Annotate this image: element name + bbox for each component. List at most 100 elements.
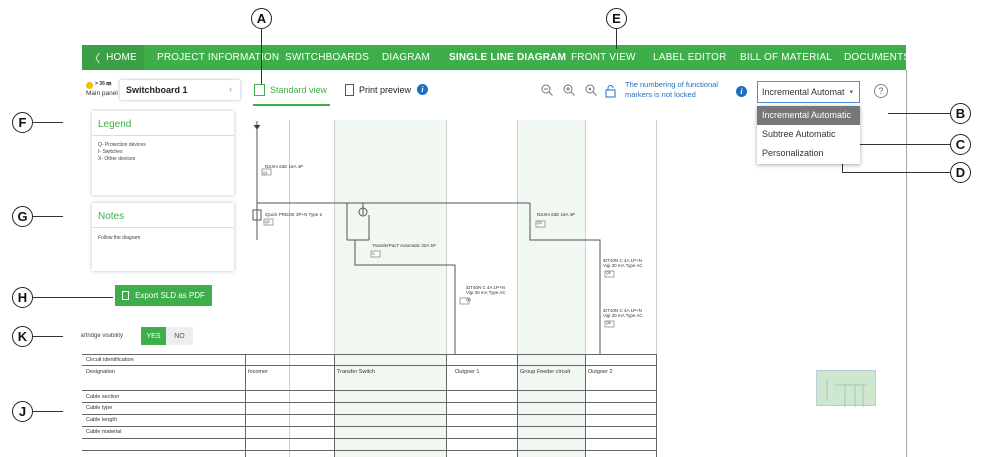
row-label-cable-length: Cable length (86, 417, 117, 423)
zoom-fit-icon[interactable] (585, 84, 597, 96)
label-q4: Q4 (537, 221, 542, 225)
nav-switchboards[interactable]: SWITCHBOARDS (285, 52, 369, 63)
callout-a: A (251, 8, 272, 29)
numbering-mode-dropdown: Incremental Automatic Subtree Automatic … (757, 106, 860, 164)
standard-view-tab[interactable]: Standard view (270, 85, 327, 95)
table-row (82, 426, 657, 427)
standard-view-underline (253, 104, 330, 106)
table-row (82, 390, 657, 391)
numbering-note-line1: The numbering of functional (625, 80, 718, 89)
table-col-divider (585, 354, 586, 457)
nav-single-line-diagram[interactable]: SINGLE LINE DIAGRAM (449, 52, 566, 63)
table-col-divider (245, 354, 246, 457)
label-q3: Q3 (466, 298, 471, 302)
switchboard-header: > 36 ㎜ Main panel Switchboard 1 › (82, 78, 244, 102)
callout-f: F (12, 112, 33, 133)
numbering-note-line2: markers is not locked (625, 90, 696, 99)
standard-view-icon (254, 84, 265, 96)
label-idt-outgoer1-vigi: Vigi 30 mA Type AC (466, 290, 506, 295)
zoom-in-icon[interactable] (563, 84, 575, 96)
export-sld-pdf-label: Export SLD as PDF (135, 291, 205, 300)
numbering-mode-select[interactable]: Incremental Automat ▾ (757, 81, 860, 103)
table-row (82, 365, 657, 366)
callout-c-line (857, 144, 950, 145)
legend-divider (92, 135, 234, 136)
legend-line-3: X- Other devices (98, 156, 136, 162)
col-incomer[interactable]: Incomer (248, 369, 268, 375)
row-label-circuit-identification: Circuit identification (86, 357, 134, 363)
label-i1: I1 (372, 252, 375, 256)
top-nav: 〈 HOME PROJECT INFORMATION SWITCHBOARDS … (82, 45, 910, 70)
print-preview-tab[interactable]: Print preview (359, 85, 411, 95)
cartridge-visibility-label: Cartridge visibility (76, 333, 124, 339)
diagram-minimap[interactable] (816, 370, 876, 407)
table-col-divider (334, 354, 335, 457)
nav-label-editor[interactable]: LABEL EDITOR (653, 52, 727, 63)
dropdown-option-incremental[interactable]: Incremental Automatic (757, 106, 860, 125)
pdf-export-icon (122, 291, 130, 300)
export-sld-pdf-button[interactable]: Export SLD as PDF (115, 285, 212, 306)
cartridge-no-button[interactable]: NO (166, 327, 193, 345)
board-panel: Main panel (86, 90, 118, 97)
callout-j-line (33, 411, 63, 412)
table-col-divider (656, 354, 657, 457)
table-row (82, 354, 657, 355)
col-outgoer-1[interactable]: Outgoer 1 (455, 369, 479, 375)
callout-k: K (12, 326, 33, 347)
switchboard-selector[interactable]: Switchboard 1 › (120, 80, 240, 100)
dropdown-option-personalization[interactable]: Personalization (757, 144, 860, 163)
callout-b: B (950, 103, 971, 124)
notes-title: Notes (98, 211, 125, 222)
col-group-feeder[interactable]: Group Feeder circuit (520, 369, 570, 375)
callout-g-line (33, 216, 63, 217)
callout-e-line (616, 29, 617, 49)
label-nsx-main: NSXm 63E 16A 4P (265, 164, 304, 169)
col-transfer-switch[interactable]: Transfer Switch (337, 369, 375, 375)
label-iquick: iQuick PRD20r 3P+N Type 2 (265, 212, 323, 217)
row-label-cable-type: Cable type (86, 405, 113, 411)
cartridge-yes-button[interactable]: YES (141, 327, 166, 345)
unlock-icon[interactable] (605, 85, 616, 98)
notes-card[interactable]: Notes Follow the diagram (92, 203, 234, 271)
callout-a-line (261, 29, 262, 84)
callout-e: E (606, 8, 627, 29)
notes-text: Follow the diagram (98, 235, 141, 241)
callout-d: D (950, 162, 971, 183)
callout-g: G (12, 206, 33, 227)
callout-k-line (33, 336, 63, 337)
label-q1: Q1 (263, 171, 268, 175)
single-line-diagram[interactable] (245, 115, 665, 355)
nav-diagram[interactable]: DIAGRAM (382, 52, 430, 63)
right-border (906, 70, 907, 457)
nav-home-label: HOME (106, 52, 137, 63)
legend-line-2: I- Switches (98, 149, 123, 155)
table-row (82, 450, 657, 451)
status-dot-icon (86, 82, 93, 89)
legend-title: Legend (98, 119, 132, 130)
switchboard-name: Switchboard 1 (126, 85, 188, 95)
nav-documents[interactable]: DOCUMENTS (844, 52, 910, 63)
notes-divider (92, 227, 234, 228)
label-nsx-group: NSXm 63E 16A 4P (537, 212, 576, 217)
row-label-designation: Designation (86, 369, 116, 375)
label-q5: Q5 (606, 271, 611, 275)
help-icon[interactable]: ? (874, 84, 888, 98)
table-col-divider (446, 354, 447, 457)
col-outgoer-2[interactable]: Outgoer 2 (588, 369, 612, 375)
row-label-cable-material: Cable material (86, 429, 122, 435)
nav-home-button[interactable]: 〈 HOME (82, 45, 144, 70)
label-transfer: TransferPacT Automatic 32A 4P (372, 243, 436, 248)
callout-h: H (12, 287, 33, 308)
nav-bill-of-material[interactable]: BILL OF MATERIAL (740, 52, 832, 63)
nav-front-view[interactable]: FRONT VIEW (571, 52, 636, 63)
numbering-info-icon[interactable]: i (736, 86, 747, 97)
info-icon[interactable]: i (417, 84, 428, 95)
minimap-preview (826, 379, 867, 407)
zoom-out-icon[interactable] (541, 84, 553, 96)
label-idt-group1-vigi: Vigi 30 mA Type AC (603, 263, 643, 268)
print-preview-icon (345, 84, 354, 96)
callout-h-line (33, 297, 113, 298)
dropdown-option-subtree[interactable]: Subtree Automatic (757, 125, 860, 144)
callout-c: C (950, 134, 971, 155)
board-size: > 36 ㎜ (95, 81, 112, 87)
